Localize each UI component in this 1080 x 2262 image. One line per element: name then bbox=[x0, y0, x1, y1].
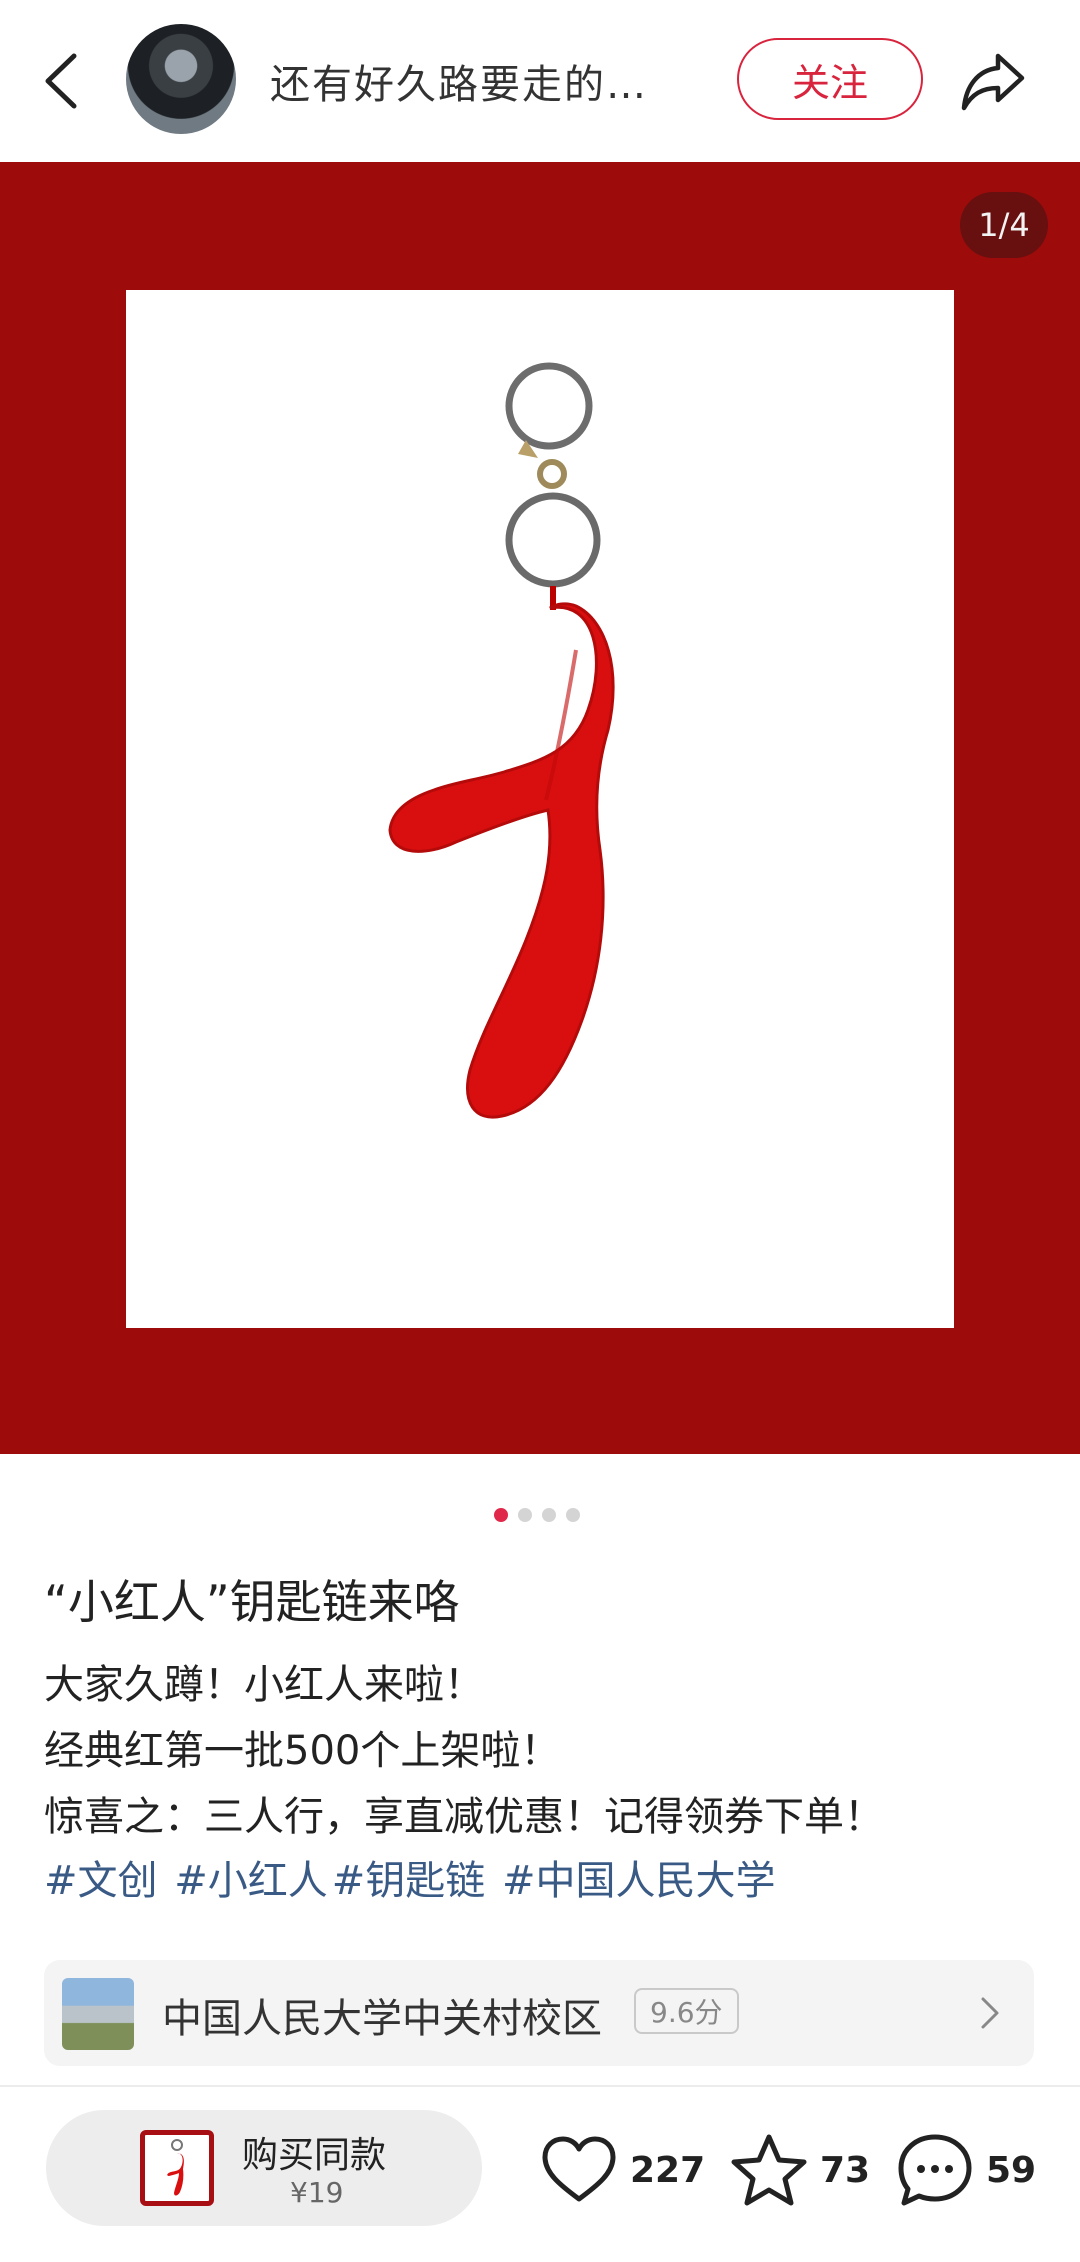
product-photo bbox=[126, 290, 954, 1328]
post-tags: #文创 #小红人 #钥匙链 #中国人民大学 bbox=[44, 1848, 780, 1914]
heart-icon bbox=[542, 2136, 616, 2202]
comment-button[interactable]: 59 bbox=[896, 2130, 1036, 2210]
back-icon[interactable] bbox=[40, 50, 84, 112]
share-icon[interactable] bbox=[958, 48, 1028, 114]
top-bar: 还有好久路要走的… 关注 bbox=[0, 0, 1080, 162]
chevron-right-icon bbox=[981, 1997, 999, 2029]
tag-link[interactable]: #中国人民大学 bbox=[502, 1858, 776, 1904]
location-thumbnail bbox=[62, 1978, 134, 2050]
buy-same-label: 购买同款 bbox=[242, 2135, 387, 2176]
favorite-button[interactable]: 73 bbox=[730, 2130, 870, 2210]
comment-count: 59 bbox=[986, 2149, 1037, 2191]
post-body-line: 经典红第一批500个上架啦！ bbox=[44, 1728, 561, 1774]
carousel-dot-2[interactable] bbox=[518, 1508, 532, 1522]
like-count: 227 bbox=[630, 2149, 706, 2191]
location-score-badge: 9.6分 bbox=[634, 1988, 739, 2034]
avatar[interactable] bbox=[126, 24, 236, 134]
keychain-image bbox=[388, 362, 615, 1119]
carousel-dot-4[interactable] bbox=[566, 1508, 580, 1522]
post-body-line: 大家久蹲！小红人来啦！ bbox=[44, 1662, 484, 1708]
post-title: “小红人”钥匙链来咯 bbox=[44, 1575, 460, 1629]
carousel-dot-1[interactable] bbox=[494, 1508, 508, 1522]
tag-link[interactable]: #文创 bbox=[44, 1858, 158, 1904]
buy-price: ¥19 bbox=[290, 2176, 344, 2209]
image-carousel[interactable]: 1/4 bbox=[0, 162, 1080, 1454]
page-counter: 1/4 bbox=[960, 192, 1048, 258]
location-card[interactable]: 中国人民大学中关村校区 9.6分 bbox=[44, 1960, 1034, 2066]
carousel-dot-3[interactable] bbox=[542, 1508, 556, 1522]
like-button[interactable]: 227 bbox=[540, 2130, 705, 2210]
post-body: 大家久蹲！小红人来啦！ 经典红第一批500个上架啦！ 惊喜之：三人行，享直减优惠… bbox=[44, 1652, 884, 1850]
post-body-line: 惊喜之：三人行，享直减优惠！记得领券下单！ bbox=[44, 1794, 884, 1840]
carousel-dots bbox=[494, 1508, 580, 1522]
location-name: 中国人民大学中关村校区 bbox=[162, 1996, 602, 2042]
tag-link[interactable]: #小红人 bbox=[174, 1858, 328, 1904]
star-icon bbox=[731, 2134, 807, 2206]
author-name[interactable]: 还有好久路要走的… bbox=[270, 52, 648, 110]
buy-same-button[interactable]: 购买同款 ¥19 bbox=[46, 2110, 482, 2226]
product-thumbnail bbox=[140, 2130, 214, 2206]
comment-icon bbox=[898, 2134, 972, 2206]
divider bbox=[0, 2085, 1080, 2087]
follow-button[interactable]: 关注 bbox=[737, 38, 923, 120]
favorite-count: 73 bbox=[820, 2149, 871, 2191]
tag-link[interactable]: #钥匙链 bbox=[332, 1858, 486, 1904]
